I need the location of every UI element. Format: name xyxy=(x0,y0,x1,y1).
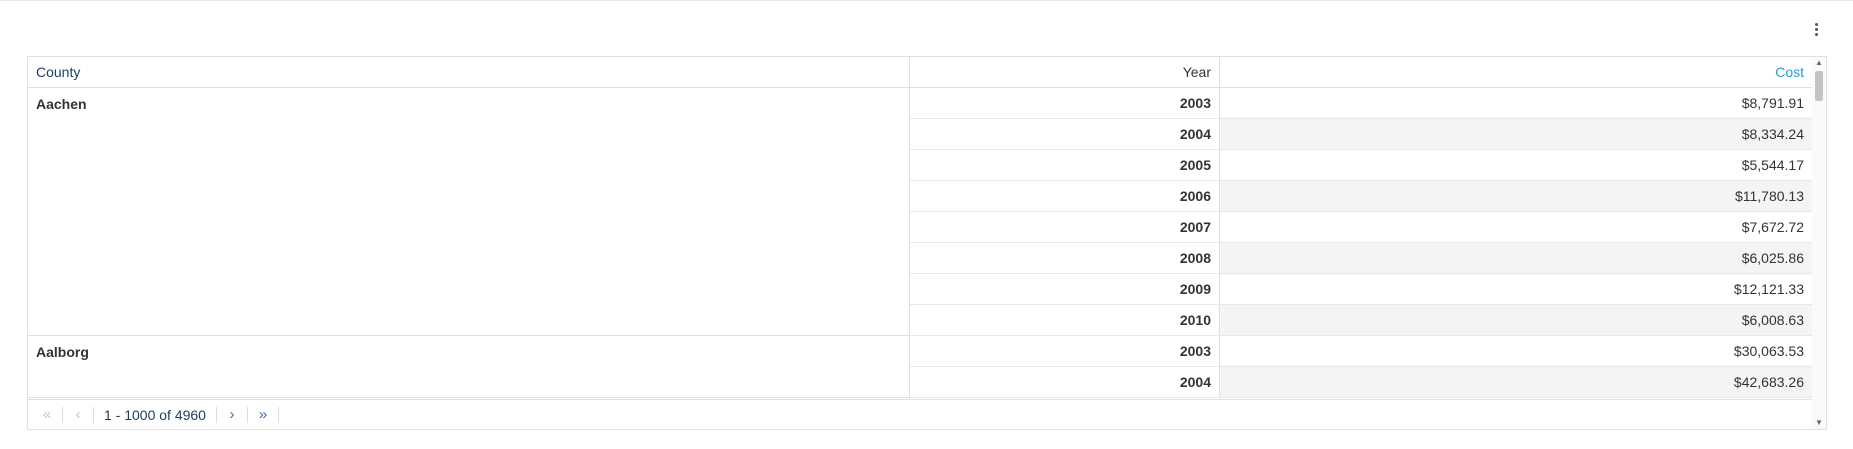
pager-divider xyxy=(62,406,63,423)
scroll-down-icon[interactable]: ▼ xyxy=(1812,417,1826,429)
year-cell: 2005 xyxy=(910,150,1220,180)
year-cell: 2003 xyxy=(910,336,1220,366)
county-group-cell: Aachen xyxy=(28,88,910,336)
table-row[interactable]: 2003 $8,791.91 xyxy=(910,88,1812,119)
table-row[interactable]: 2004 $8,334.24 xyxy=(910,119,1812,150)
scrollbar-thumb[interactable] xyxy=(1815,71,1823,101)
header-row: County Year Cost xyxy=(28,57,1812,88)
pager-divider xyxy=(277,406,279,423)
table-row[interactable]: 2005 $5,544.17 xyxy=(910,150,1812,181)
table-row[interactable]: 2004 $42,683.26 xyxy=(910,367,1812,398)
pager-divider xyxy=(246,406,248,423)
table-row[interactable]: 2003 $30,063.53 xyxy=(910,336,1812,367)
scroll-up-icon[interactable]: ▲ xyxy=(1812,57,1826,69)
year-cell: 2004 xyxy=(910,367,1220,397)
menu-dot xyxy=(1814,32,1818,36)
cost-cell: $8,791.91 xyxy=(1741,95,1804,111)
page-range-label: 1 - 1000 of 4960 xyxy=(104,406,206,423)
table-row[interactable]: 2010 $6,008.63 xyxy=(910,305,1812,336)
cost-cell: $5,544.17 xyxy=(1741,157,1804,173)
year-cell: 2006 xyxy=(910,181,1220,211)
cost-cell: $12,121.33 xyxy=(1733,281,1804,297)
county-label: Aachen xyxy=(36,96,87,112)
column-header-county[interactable]: County xyxy=(28,57,910,87)
cost-cell: $30,063.53 xyxy=(1733,343,1804,359)
table-row[interactable]: 2007 $7,672.72 xyxy=(910,212,1812,243)
last-page-icon[interactable]: » xyxy=(252,405,274,425)
data-grid: County Year Cost Aachen 2003 $8,791.91 2004… xyxy=(27,56,1827,430)
vertical-scrollbar[interactable]: ▲ ▼ xyxy=(1812,57,1826,429)
cost-cell: $6,008.63 xyxy=(1220,305,1812,335)
menu-dot xyxy=(1814,22,1818,26)
table-row[interactable]: 2006 $11,780.13 xyxy=(910,181,1812,212)
top-divider xyxy=(0,0,1853,1)
menu-dot xyxy=(1814,27,1818,31)
grid-viewport: County Year Cost Aachen 2003 $8,791.91 2004… xyxy=(28,57,1812,399)
first-page-icon[interactable]: « xyxy=(36,405,58,425)
pager-divider xyxy=(93,406,94,423)
cost-cell: $42,683.26 xyxy=(1220,367,1812,397)
year-cell: 2009 xyxy=(910,274,1220,304)
cost-cell: $8,334.24 xyxy=(1220,119,1812,149)
cost-cell: $6,025.86 xyxy=(1220,243,1812,273)
county-group-cell: Aalborg xyxy=(28,336,910,398)
pager-divider xyxy=(215,406,217,423)
year-cell: 2003 xyxy=(910,88,1220,118)
table-row[interactable]: 2008 $6,025.86 xyxy=(910,243,1812,274)
column-header-cost[interactable]: Cost xyxy=(1220,57,1812,87)
year-cell: 2010 xyxy=(910,305,1220,335)
cost-cell: $11,780.13 xyxy=(1220,181,1812,211)
previous-page-icon[interactable]: ‹ xyxy=(67,405,89,425)
pagination-bar: « ‹ 1 - 1000 of 4960 › » xyxy=(28,399,1812,429)
year-cell: 2004 xyxy=(910,119,1220,149)
year-cell: 2008 xyxy=(910,243,1220,273)
table-row[interactable]: 2009 $12,121.33 xyxy=(910,274,1812,305)
column-header-year[interactable]: Year xyxy=(910,57,1220,87)
more-options-icon[interactable] xyxy=(1810,18,1822,40)
county-label: Aalborg xyxy=(36,344,89,360)
year-cell: 2007 xyxy=(910,212,1220,242)
next-page-icon[interactable]: › xyxy=(221,405,243,425)
cost-cell: $7,672.72 xyxy=(1741,219,1804,235)
grid-body: Aachen 2003 $8,791.91 2004 $8,334.24 2005 $5,5… xyxy=(28,88,1812,399)
